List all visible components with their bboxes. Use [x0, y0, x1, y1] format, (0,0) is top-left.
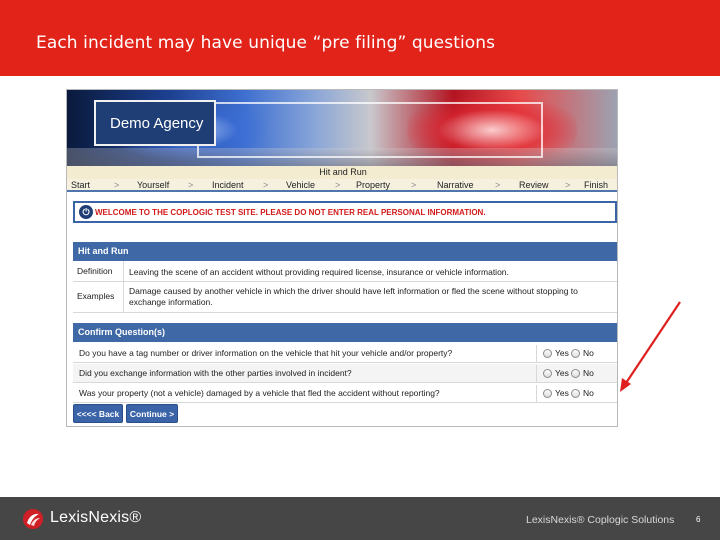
yes-label[interactable]: Yes — [555, 388, 569, 398]
definition-row: Definition Leaving the scene of an accid… — [73, 261, 617, 282]
no-label[interactable]: No — [583, 388, 594, 398]
step-yourself[interactable]: Yourself — [137, 180, 169, 190]
app-screenshot: Demo Agency Hit and Run Start > Yourself… — [66, 89, 618, 427]
no-radio[interactable] — [571, 389, 580, 398]
wizard-steps: Start > Yourself > Incident > Vehicle > … — [67, 179, 617, 192]
answer-group: Yes No — [536, 365, 617, 382]
no-radio[interactable] — [571, 349, 580, 358]
step-narrative[interactable]: Narrative — [437, 180, 474, 190]
step-property[interactable]: Property — [356, 180, 390, 190]
step-separator: > — [114, 180, 120, 190]
no-label[interactable]: No — [583, 368, 594, 378]
step-vehicle[interactable]: Vehicle — [286, 180, 315, 190]
question-text: Do you have a tag number or driver infor… — [79, 348, 453, 358]
question-text: Was your property (not a vehicle) damage… — [79, 388, 440, 398]
question-text: Did you exchange information with the ot… — [79, 368, 352, 378]
section-header-confirm-questions: Confirm Question(s) — [73, 323, 617, 342]
agency-name: Demo Agency — [110, 115, 204, 132]
question-row: Do you have a tag number or driver infor… — [73, 344, 617, 363]
step-separator: > — [263, 180, 269, 190]
yes-label[interactable]: Yes — [555, 348, 569, 358]
wizard-title: Hit and Run — [319, 167, 367, 177]
question-row: Was your property (not a vehicle) damage… — [73, 384, 617, 403]
section-header-hit-and-run: Hit and Run — [73, 242, 617, 261]
no-radio[interactable] — [571, 369, 580, 378]
step-separator: > — [411, 180, 417, 190]
back-button[interactable]: <<<< Back — [73, 404, 123, 423]
step-review[interactable]: Review — [519, 180, 549, 190]
examples-value: Damage caused by another vehicle in whic… — [129, 286, 578, 307]
yes-radio[interactable] — [543, 369, 552, 378]
yes-label[interactable]: Yes — [555, 368, 569, 378]
slide-title: Each incident may have unique “pre filin… — [36, 33, 496, 53]
logo-text: LexisNexis® — [50, 509, 142, 526]
agency-banner: Demo Agency — [67, 90, 617, 166]
definition-label: Definition — [73, 261, 124, 281]
warning-text: WELCOME TO THE COPLOGIC TEST SITE. PLEAS… — [95, 208, 486, 217]
slide-footer: LexisNexis® LexisNexis® Coplogic Solutio… — [0, 497, 720, 540]
no-label[interactable]: No — [583, 348, 594, 358]
question-row: Did you exchange information with the ot… — [73, 364, 617, 383]
banner-frame — [197, 102, 543, 158]
info-icon: ⏻ — [79, 205, 93, 219]
yes-radio[interactable] — [543, 349, 552, 358]
arrow-shaft — [623, 301, 681, 387]
test-site-warning: ⏻ WELCOME TO THE COPLOGIC TEST SITE. PLE… — [73, 201, 617, 223]
annotation-arrow — [620, 301, 681, 392]
yes-radio[interactable] — [543, 389, 552, 398]
continue-button[interactable]: Continue > — [126, 404, 178, 423]
definition-value: Leaving the scene of an accident without… — [129, 267, 509, 277]
step-start[interactable]: Start — [71, 180, 90, 190]
step-separator: > — [565, 180, 571, 190]
answer-group: Yes No — [536, 345, 617, 362]
agency-logo-box: Demo Agency — [94, 100, 216, 146]
step-separator: > — [188, 180, 194, 190]
lexisnexis-logo-icon — [23, 509, 43, 529]
step-finish[interactable]: Finish — [584, 180, 608, 190]
arrow-head — [620, 378, 631, 392]
step-separator: > — [495, 180, 501, 190]
examples-row: Examples Damage caused by another vehicl… — [73, 282, 617, 313]
slide-header: Each incident may have unique “pre filin… — [0, 0, 720, 76]
step-separator: > — [335, 180, 341, 190]
examples-label: Examples — [73, 282, 124, 312]
step-incident[interactable]: Incident — [212, 180, 244, 190]
wizard-title-bar: Hit and Run — [67, 166, 617, 179]
footer-credit: LexisNexis® Coplogic Solutions — [526, 514, 675, 526]
answer-group: Yes No — [536, 385, 617, 402]
page-number: 6 — [696, 515, 701, 524]
